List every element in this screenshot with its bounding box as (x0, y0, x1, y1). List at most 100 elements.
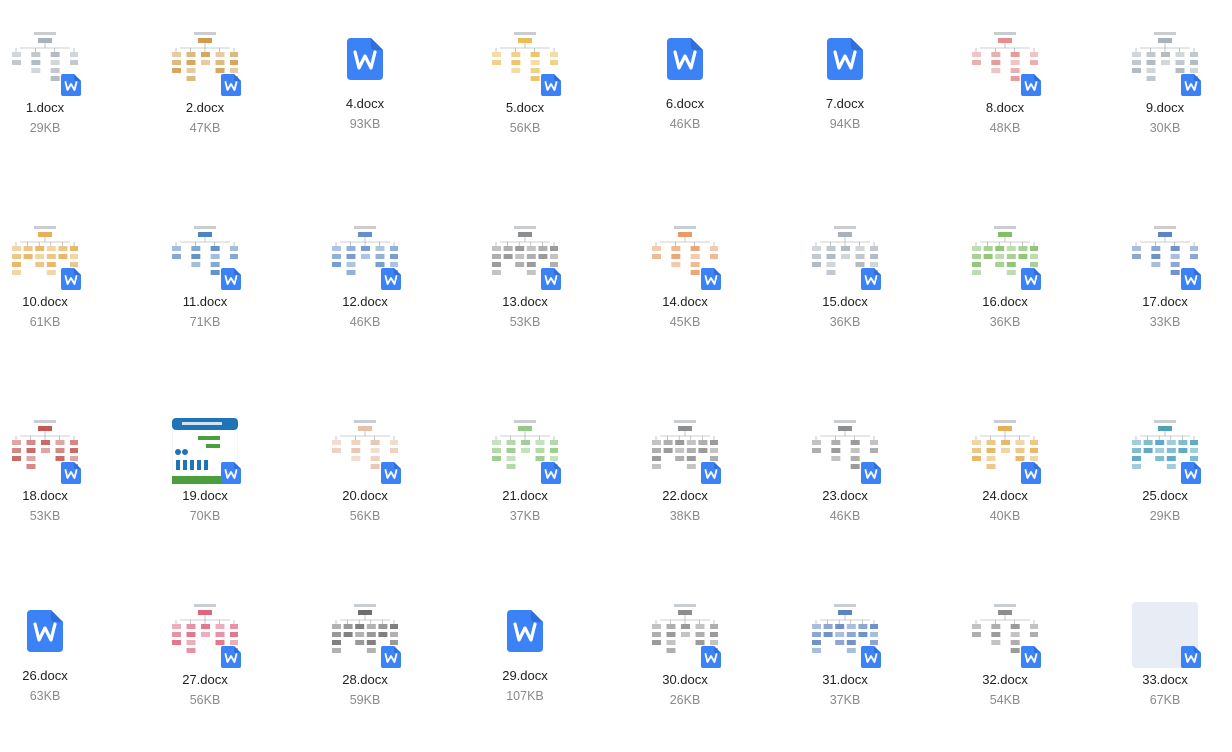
file-item[interactable]: 26.docx 63KB (0, 602, 115, 752)
file-name: 8.docx (985, 100, 1025, 115)
file-item[interactable]: 33.docx 67KB (1095, 602, 1232, 752)
file-item[interactable]: 1.docx 29KB (0, 30, 115, 180)
file-size: 67KB (1149, 693, 1181, 707)
file-name: 19.docx (182, 488, 228, 503)
file-name: 28.docx (342, 672, 388, 687)
file-name: 20.docx (342, 488, 388, 503)
word-document-icon (667, 38, 703, 80)
file-name: 14.docx (662, 294, 708, 309)
file-size: 29KB (1149, 509, 1181, 523)
file-item[interactable]: 15.docx 36KB (775, 224, 915, 374)
file-size: 37KB (509, 509, 541, 523)
file-size: 38KB (669, 509, 701, 523)
word-badge-icon (1181, 74, 1201, 96)
word-badge-icon (381, 462, 401, 484)
file-name: 26.docx (22, 668, 68, 683)
file-name: 23.docx (822, 488, 868, 503)
word-badge-icon (1181, 462, 1201, 484)
file-item[interactable]: 7.docx 94KB (775, 30, 915, 180)
file-size: 107KB (506, 689, 544, 703)
file-item[interactable]: 6.docx 46KB (615, 30, 755, 180)
file-size: 54KB (989, 693, 1021, 707)
file-size: 53KB (509, 315, 541, 329)
file-name: 9.docx (1145, 100, 1185, 115)
word-document-icon (347, 38, 383, 80)
file-item[interactable]: 20.docx 56KB (295, 418, 435, 568)
file-item[interactable]: 27.docx 56KB (135, 602, 275, 752)
file-size: 71KB (189, 315, 221, 329)
file-item[interactable]: 25.docx 29KB (1095, 418, 1232, 568)
word-badge-icon (1021, 646, 1041, 668)
file-item[interactable]: 9.docx 30KB (1095, 30, 1232, 180)
word-badge-icon (221, 646, 241, 668)
file-size: 94KB (829, 117, 861, 131)
file-size: 53KB (29, 509, 61, 523)
file-item[interactable]: 22.docx 38KB (615, 418, 755, 568)
file-size: 26KB (669, 693, 701, 707)
word-document-icon (27, 610, 63, 652)
file-item[interactable]: 2.docx 47KB (135, 30, 275, 180)
file-name: 25.docx (1142, 488, 1188, 503)
file-size: 29KB (29, 121, 61, 135)
file-item[interactable]: 12.docx 46KB (295, 224, 435, 374)
file-name: 10.docx (22, 294, 68, 309)
word-badge-icon (61, 462, 81, 484)
file-item[interactable]: 13.docx 53KB (455, 224, 595, 374)
file-name: 32.docx (982, 672, 1028, 687)
file-size: 56KB (189, 693, 221, 707)
file-item[interactable]: 16.docx 36KB (935, 224, 1075, 374)
word-badge-icon (1021, 74, 1041, 96)
file-item[interactable]: 14.docx 45KB (615, 224, 755, 374)
word-badge-icon (1181, 268, 1201, 290)
file-name: 24.docx (982, 488, 1028, 503)
word-badge-icon (541, 268, 561, 290)
file-item[interactable]: 24.docx 40KB (935, 418, 1075, 568)
file-item[interactable]: 11.docx 71KB (135, 224, 275, 374)
file-size: 47KB (189, 121, 221, 135)
file-size: 30KB (1149, 121, 1181, 135)
file-name: 17.docx (1142, 294, 1188, 309)
file-size: 40KB (989, 509, 1021, 523)
file-item[interactable]: 19.docx 70KB (135, 418, 275, 568)
file-size: 33KB (1149, 315, 1181, 329)
file-name: 7.docx (825, 96, 865, 111)
file-item[interactable]: 21.docx 37KB (455, 418, 595, 568)
file-item[interactable]: 10.docx 61KB (0, 224, 115, 374)
word-badge-icon (1021, 268, 1041, 290)
word-badge-icon (861, 268, 881, 290)
file-item[interactable]: 18.docx 53KB (0, 418, 115, 568)
file-item[interactable]: 32.docx 54KB (935, 602, 1075, 752)
word-badge-icon (61, 268, 81, 290)
file-name: 2.docx (185, 100, 225, 115)
file-size: 46KB (829, 509, 861, 523)
file-item[interactable]: 5.docx 56KB (455, 30, 595, 180)
file-size: 61KB (29, 315, 61, 329)
file-name: 21.docx (502, 488, 548, 503)
file-size: 63KB (29, 689, 61, 703)
file-name: 31.docx (822, 672, 868, 687)
word-badge-icon (541, 74, 561, 96)
file-item[interactable]: 29.docx 107KB (455, 602, 595, 752)
word-badge-icon (61, 74, 81, 96)
file-name: 1.docx (25, 100, 65, 115)
file-size: 70KB (189, 509, 221, 523)
file-name: 30.docx (662, 672, 708, 687)
file-item[interactable]: 17.docx 33KB (1095, 224, 1232, 374)
file-name: 22.docx (662, 488, 708, 503)
file-name: 12.docx (342, 294, 388, 309)
file-size: 93KB (349, 117, 381, 131)
word-badge-icon (221, 268, 241, 290)
file-item[interactable]: 28.docx 59KB (295, 602, 435, 752)
file-grid: 1.docx 29KB 2.docx 47KB 4.docx 93KB 5.docx 5… (0, 0, 1232, 712)
file-item[interactable]: 8.docx 48KB (935, 30, 1075, 180)
file-name: 27.docx (182, 672, 228, 687)
file-name: 18.docx (22, 488, 68, 503)
file-item[interactable]: 4.docx 93KB (295, 30, 435, 180)
file-item[interactable]: 30.docx 26KB (615, 602, 755, 752)
word-badge-icon (1021, 462, 1041, 484)
file-item[interactable]: 23.docx 46KB (775, 418, 915, 568)
file-name: 5.docx (505, 100, 545, 115)
file-size: 48KB (989, 121, 1021, 135)
word-badge-icon (1181, 646, 1201, 668)
file-item[interactable]: 31.docx 37KB (775, 602, 915, 752)
